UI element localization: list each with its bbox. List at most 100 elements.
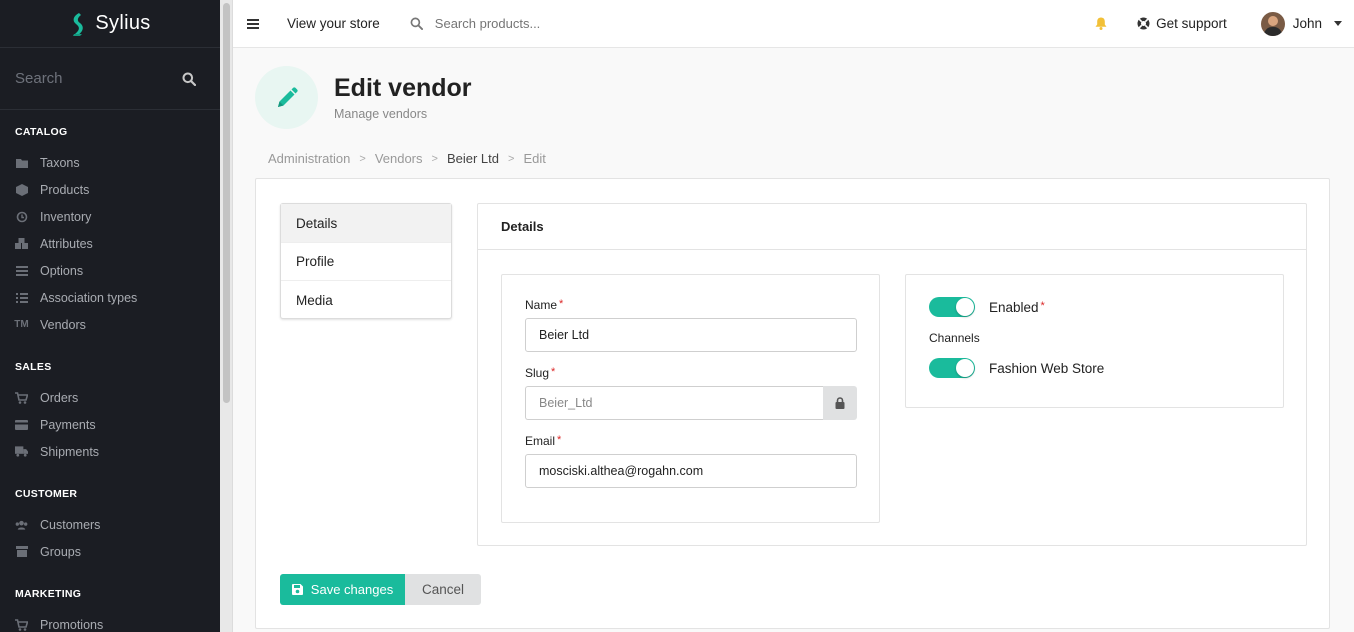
name-field[interactable]: Beier Ltd (525, 318, 857, 352)
sidebar-item-products[interactable]: Products (15, 176, 205, 203)
sidebar-item-promotions[interactable]: Promotions (15, 611, 205, 632)
slug-label: Slug * (525, 366, 556, 380)
cube-icon (15, 183, 28, 196)
channel-toggle-row: Fashion Web Store (929, 358, 1260, 378)
sidebar-item-orders[interactable]: Orders (15, 384, 205, 411)
life-ring-icon (1137, 17, 1150, 30)
sidebar-item-inventory[interactable]: Inventory (15, 203, 205, 230)
enabled-toggle[interactable] (929, 297, 975, 317)
breadcrumb-vendors[interactable]: Vendors (375, 151, 423, 166)
user-menu[interactable]: John (1260, 11, 1342, 36)
top-bar: View your store Get support John (233, 0, 1354, 48)
slug-lock-button[interactable] (823, 386, 857, 420)
cart-icon (15, 391, 28, 404)
cancel-button[interactable]: Cancel (405, 574, 481, 605)
sidebar-item-groups[interactable]: Groups (15, 538, 205, 565)
sidebar-item-customers[interactable]: Customers (15, 511, 205, 538)
sidebar-item-label: Association types (40, 290, 138, 305)
required-mark: * (551, 366, 556, 378)
sidebar-item-taxons[interactable]: Taxons (15, 149, 205, 176)
channels-label: Channels (929, 331, 980, 345)
status-segment: Enabled * Channels Fashion Web Store (905, 274, 1284, 408)
breadcrumb-edit: Edit (523, 151, 546, 166)
tab-profile[interactable]: Profile (281, 243, 451, 281)
chevron-right-icon: > (431, 152, 438, 165)
sidebar-heading-sales: SALES (15, 361, 52, 373)
tab-details[interactable]: Details (281, 204, 451, 243)
enabled-label: Enabled * (989, 299, 1045, 315)
sidebar-item-association-types[interactable]: Association types (15, 284, 205, 311)
sidebar-item-label: Options (40, 263, 84, 278)
sidebar-item-attributes[interactable]: Attributes (15, 230, 205, 257)
sidebar-scrollbar[interactable] (220, 0, 233, 632)
slug-field[interactable]: Beier_Ltd (525, 386, 823, 420)
breadcrumb-administration[interactable]: Administration (268, 151, 350, 166)
breadcrumb-vendor-name[interactable]: Beier Ltd (447, 151, 499, 166)
brand-name: Sylius (95, 12, 151, 34)
required-mark: * (557, 434, 562, 446)
chevron-down-icon (1334, 21, 1342, 26)
search-icon[interactable] (182, 72, 196, 86)
save-changes-label: Save changes (310, 582, 394, 597)
required-mark: * (1040, 299, 1045, 312)
sidebar-item-label: Taxons (40, 155, 80, 170)
trademark-icon: TM (14, 319, 29, 330)
page-header: Edit vendor Manage vendors (255, 66, 472, 129)
sidebar-section-marketing: MARKETING Promotions (0, 588, 220, 632)
edit-form-card: Details Profile Media Details Name * Beie… (255, 178, 1330, 629)
sidebar-item-label: Shipments (40, 444, 100, 459)
get-support-link[interactable]: Get support (1137, 16, 1227, 31)
sidebar-item-label: Groups (40, 544, 81, 559)
sidebar-section-customer: CUSTOMER Customers Groups (0, 488, 220, 565)
header-icon-circle (255, 66, 318, 129)
product-search-input[interactable] (434, 16, 635, 31)
sidebar-search[interactable]: Search (0, 48, 220, 110)
sidebar: Sylius Search CATALOG Taxons Products In… (0, 0, 220, 632)
sidebar-section-sales: SALES Orders Payments Shipments (0, 361, 220, 465)
truck-icon (15, 445, 28, 458)
pencil-icon (277, 86, 298, 107)
sidebar-heading-catalog: CATALOG (15, 126, 68, 138)
view-store-link[interactable]: View your store (287, 16, 380, 31)
cart-icon (15, 618, 28, 631)
archive-icon (15, 545, 28, 558)
top-bar-right: Get support John (1095, 11, 1354, 36)
sidebar-item-label: Payments (40, 417, 96, 432)
sidebar-item-label: Vendors (40, 317, 86, 332)
sidebar-item-shipments[interactable]: Shipments (15, 438, 205, 465)
save-icon (291, 584, 303, 595)
enabled-toggle-row: Enabled * (929, 297, 1260, 317)
menu-toggle-icon[interactable] (247, 18, 259, 30)
sidebar-item-options[interactable]: Options (15, 257, 205, 284)
options-icon (15, 264, 28, 277)
tab-media[interactable]: Media (281, 281, 451, 319)
sidebar-heading-customer: CUSTOMER (15, 488, 78, 500)
channel-toggle[interactable] (929, 358, 975, 378)
sidebar-item-vendors[interactable]: TM Vendors (14, 311, 205, 338)
sidebar-section-catalog: CATALOG Taxons Products Inventory Attrib… (0, 126, 220, 338)
users-icon (15, 518, 28, 531)
sidebar-heading-marketing: MARKETING (15, 588, 82, 600)
required-mark: * (559, 298, 564, 310)
tasks-icon (15, 291, 28, 304)
breadcrumb: Administration > Vendors > Beier Ltd > E… (268, 151, 546, 166)
form-tabs: Details Profile Media (280, 203, 452, 319)
page-title: Edit vendor (334, 74, 472, 102)
sylius-logo[interactable]: Sylius (0, 0, 220, 48)
slug-field-group: Beier_Ltd (525, 386, 857, 420)
payment-icon (15, 418, 28, 431)
avatar (1260, 11, 1285, 36)
chevron-right-icon: > (359, 152, 366, 165)
email-field[interactable]: mosciski.althea@rogahn.com (525, 454, 857, 488)
product-search[interactable] (410, 16, 635, 31)
get-support-label: Get support (1156, 16, 1227, 31)
bell-icon[interactable] (1095, 17, 1107, 30)
sidebar-item-label: Promotions (40, 617, 104, 632)
save-changes-button[interactable]: Save changes (280, 574, 405, 605)
page-subtitle: Manage vendors (334, 107, 428, 121)
scrollbar-thumb[interactable] (223, 3, 230, 403)
sylius-logo-icon (73, 12, 84, 36)
sidebar-search-placeholder[interactable]: Search (15, 70, 63, 87)
chevron-right-icon: > (508, 152, 515, 165)
sidebar-item-payments[interactable]: Payments (15, 411, 205, 438)
